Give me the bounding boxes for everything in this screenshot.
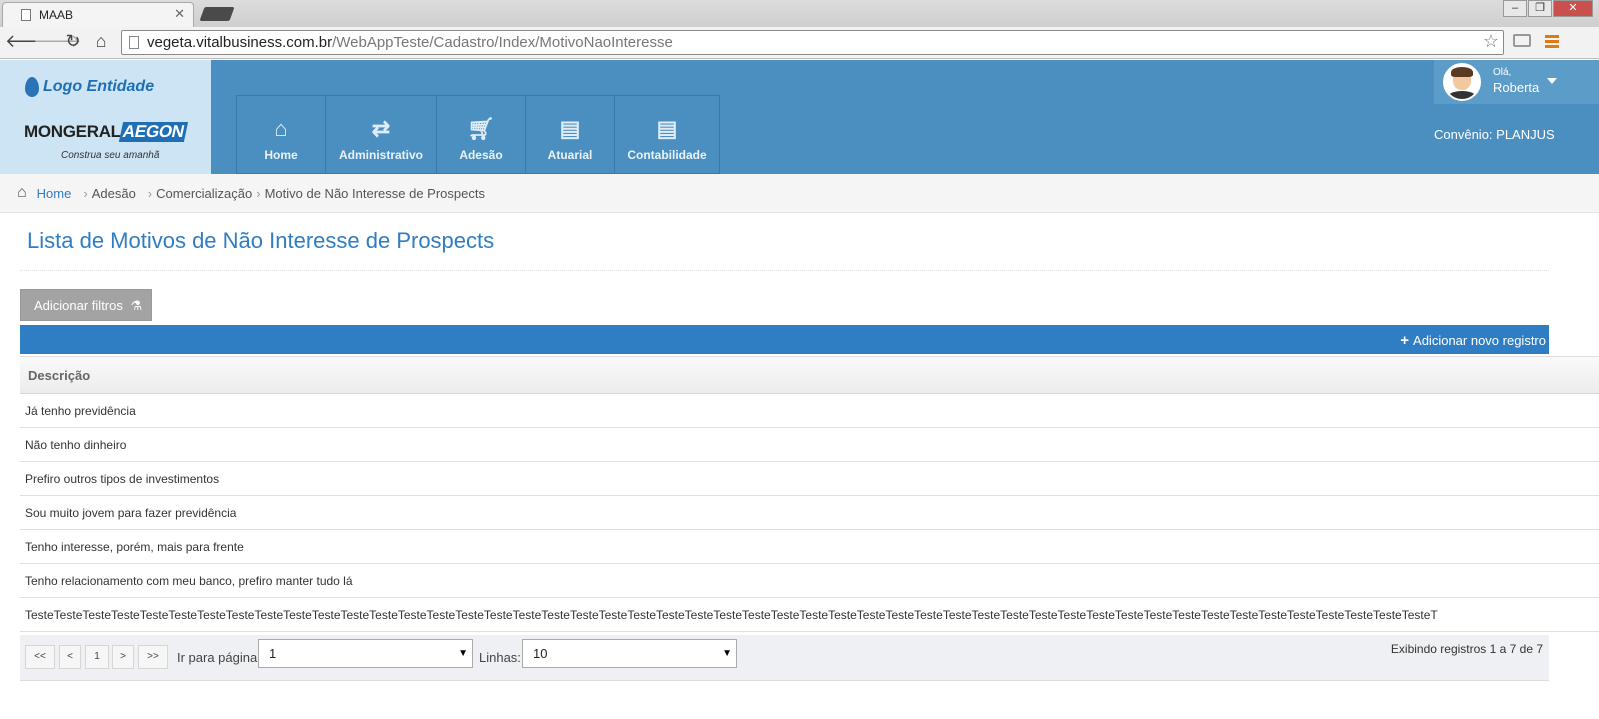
last-page-button[interactable]: >> bbox=[138, 645, 168, 669]
close-tab-icon[interactable]: ✕ bbox=[174, 6, 185, 22]
book-icon: ▤ bbox=[559, 116, 581, 141]
add-record-button[interactable]: + Adicionar novo registro bbox=[1400, 332, 1546, 349]
book-icon: ▤ bbox=[656, 116, 678, 141]
breadcrumb-separator: › bbox=[83, 185, 88, 201]
browser-toolbar: 🡐 🡒 ↻ ⌂ vegeta.vitalbusiness.com.br/WebA… bbox=[0, 27, 1599, 59]
user-menu[interactable]: Olá, Roberta bbox=[1434, 60, 1599, 104]
breadcrumb-item: Adesão bbox=[91, 185, 136, 201]
first-page-button[interactable]: << bbox=[25, 645, 55, 669]
convenio-label: Convênio: PLANJUS bbox=[1434, 127, 1555, 142]
main-nav: ⌂ Home ⇄ Administrativo 🛒︎ Adesão ▤ Atua… bbox=[236, 95, 720, 174]
prev-page-button[interactable]: < bbox=[59, 645, 81, 669]
browser-menu-icon[interactable] bbox=[1545, 35, 1559, 50]
goto-page-label: Ir para página: bbox=[177, 650, 261, 665]
cart-icon: 🛒︎ bbox=[467, 116, 495, 141]
browser-tab[interactable]: MAAB ✕ bbox=[2, 2, 194, 27]
browser-tabstrip: MAAB ✕ – ❐ ✕ bbox=[0, 0, 1599, 27]
new-tab-button[interactable] bbox=[199, 7, 235, 21]
user-greeting: Olá, bbox=[1493, 67, 1512, 78]
nav-label: Home bbox=[264, 148, 298, 162]
home-browser-icon[interactable]: ⌂ bbox=[90, 31, 112, 52]
aegon-text: AEGON bbox=[118, 122, 188, 142]
lines-value: 10 bbox=[533, 646, 548, 661]
records-table: Descrição Já tenho previdência Não tenho… bbox=[20, 356, 1599, 632]
page-info-icon bbox=[129, 36, 139, 49]
grid-toolbar: + Adicionar novo registro bbox=[20, 325, 1549, 354]
retweet-icon: ⇄ bbox=[371, 116, 391, 141]
logo-area: Logo Entidade MONGERALAEGON Construa seu… bbox=[0, 60, 211, 174]
logo-tagline: Construa seu amanhã bbox=[61, 150, 160, 161]
tab-title: MAAB bbox=[39, 8, 74, 22]
user-name: Roberta bbox=[1493, 80, 1540, 95]
mongeral-aegon-logo: MONGERALAEGON bbox=[24, 122, 188, 142]
table-row[interactable]: Já tenho previdência bbox=[20, 394, 1599, 428]
drop-logo-icon bbox=[25, 77, 39, 97]
breadcrumb-item: Comercialização bbox=[156, 185, 253, 201]
logo-entidade: Logo Entidade bbox=[25, 77, 154, 97]
nav-adesao[interactable]: 🛒︎ Adesão bbox=[436, 95, 525, 174]
avatar bbox=[1443, 63, 1481, 101]
dropdown-arrow-icon: ▼ bbox=[722, 648, 732, 659]
pagination: << < 1 > >> Ir para página: 1 ▼ Linhas: … bbox=[20, 635, 1549, 681]
app-header: Logo Entidade MONGERALAEGON Construa seu… bbox=[0, 60, 1599, 174]
divider bbox=[20, 270, 1549, 271]
table-row[interactable]: TesteTesteTesteTesteTesteTesteTesteTeste… bbox=[20, 598, 1599, 632]
home-icon: ⌂ bbox=[17, 184, 27, 201]
goto-page-select[interactable]: 1 ▼ bbox=[258, 639, 473, 668]
table-row[interactable]: Prefiro outros tipos de investimentos bbox=[20, 462, 1599, 496]
flask-icon: ⚗ bbox=[130, 298, 143, 313]
next-page-button[interactable]: > bbox=[112, 645, 134, 669]
back-icon[interactable]: 🡐 bbox=[5, 31, 53, 52]
nav-label: Adesão bbox=[459, 148, 503, 162]
nav-home[interactable]: ⌂ Home bbox=[236, 95, 325, 174]
goto-page-value: 1 bbox=[269, 646, 277, 661]
breadcrumb-separator: › bbox=[147, 185, 153, 201]
minimize-button[interactable]: – bbox=[1503, 0, 1527, 17]
mongeral-text: MONGERAL bbox=[24, 122, 121, 141]
breadcrumb-separator: › bbox=[256, 185, 261, 201]
plus-icon: + bbox=[1400, 332, 1410, 349]
lines-label: Linhas: bbox=[479, 650, 521, 665]
window-close-button[interactable]: ✕ bbox=[1553, 0, 1593, 17]
table-row[interactable]: Tenho interesse, porém, mais para frente bbox=[20, 530, 1599, 564]
nav-atuarial[interactable]: ▤ Atuarial bbox=[525, 95, 614, 174]
chevron-down-icon bbox=[1547, 78, 1557, 84]
url-text: vegeta.vitalbusiness.com.br/WebAppTeste/… bbox=[147, 34, 673, 51]
add-filters-button[interactable]: Adicionar filtros ⚗ bbox=[20, 289, 152, 321]
breadcrumb-item-current: Motivo de Não Interesse de Prospects bbox=[264, 185, 485, 201]
restore-button[interactable]: ❐ bbox=[1528, 0, 1552, 17]
records-summary: Exibindo registros 1 a 7 de 7 bbox=[1390, 642, 1543, 656]
column-header-descricao[interactable]: Descrição bbox=[20, 356, 1599, 394]
nav-administrativo[interactable]: ⇄ Administrativo bbox=[325, 95, 436, 174]
breadcrumb-home[interactable]: Home bbox=[37, 186, 72, 201]
page-number-button[interactable]: 1 bbox=[85, 645, 109, 669]
cast-icon[interactable] bbox=[1513, 34, 1531, 47]
add-record-label: Adicionar novo registro bbox=[1413, 333, 1546, 348]
page-title: Lista de Motivos de Não Interesse de Pro… bbox=[27, 228, 495, 253]
breadcrumb: ⌂ Home › Adesão › Comercialização › Moti… bbox=[0, 174, 1599, 213]
nav-label: Atuarial bbox=[547, 148, 593, 162]
dropdown-arrow-icon: ▼ bbox=[458, 648, 468, 659]
bookmark-star-icon[interactable]: ☆ bbox=[1483, 31, 1499, 52]
table-row[interactable]: Sou muito jovem para fazer previdência bbox=[20, 496, 1599, 530]
home-icon: ⌂ bbox=[274, 116, 288, 141]
lines-select[interactable]: 10 ▼ bbox=[522, 639, 737, 668]
window-controls: – ❐ ✕ bbox=[1502, 0, 1593, 17]
forward-icon[interactable]: 🡒 bbox=[33, 31, 81, 52]
nav-contabilidade[interactable]: ▤ Contabilidade bbox=[614, 95, 720, 174]
logo-entidade-text: Logo Entidade bbox=[43, 78, 155, 95]
page-icon bbox=[21, 9, 31, 21]
address-bar[interactable]: vegeta.vitalbusiness.com.br/WebAppTeste/… bbox=[121, 30, 1504, 55]
nav-label: Contabilidade bbox=[627, 148, 707, 162]
add-filters-label: Adicionar filtros bbox=[34, 298, 123, 313]
reload-icon[interactable]: ↻ bbox=[62, 31, 84, 52]
nav-label: Administrativo bbox=[338, 148, 423, 162]
table-row[interactable]: Tenho relacionamento com meu banco, pref… bbox=[20, 564, 1599, 598]
table-row[interactable]: Não tenho dinheiro bbox=[20, 428, 1599, 462]
